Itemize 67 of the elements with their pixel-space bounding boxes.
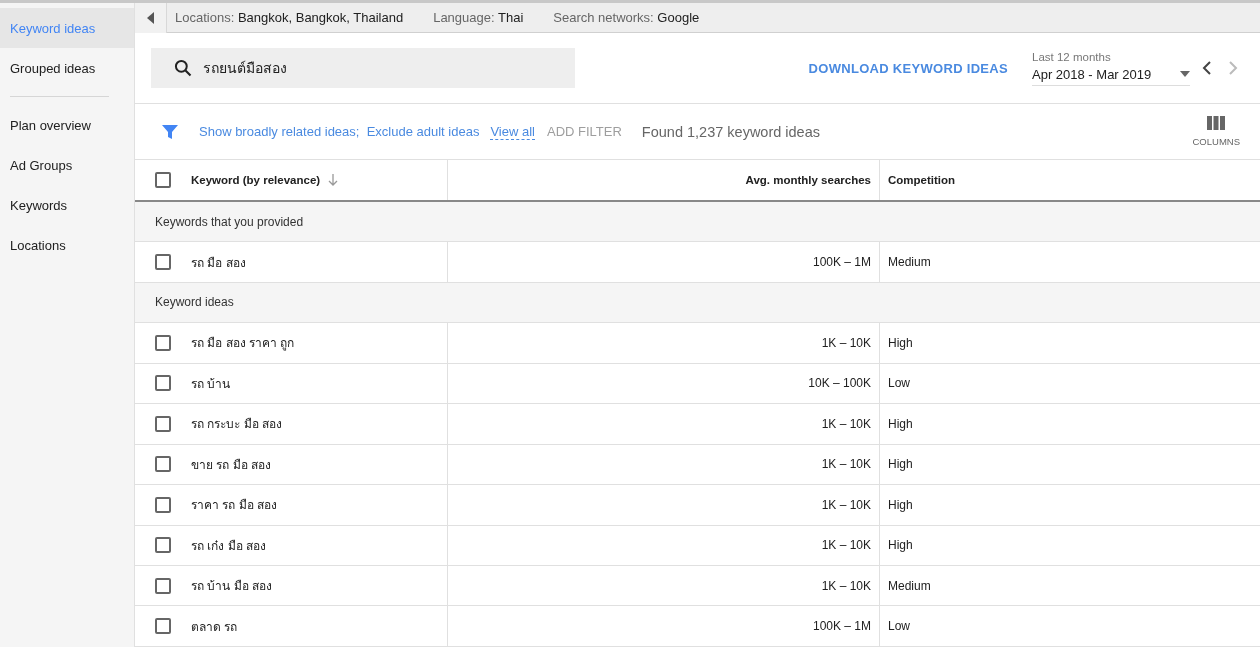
keyword-text: รถ กระบะ มือ สอง — [191, 416, 282, 434]
column-header[interactable]: Avg. monthly searches — [745, 174, 871, 187]
checkbox[interactable] — [155, 618, 171, 635]
view-all-link[interactable]: View all — [490, 123, 535, 140]
checkbox[interactable] — [155, 254, 171, 270]
columns-button[interactable]: COLUMNS — [1192, 116, 1240, 148]
sidebar-item[interactable]: Keywords — [0, 185, 134, 225]
sidebar-item[interactable]: Plan overview — [0, 105, 134, 145]
dropdown-caret-icon — [1180, 71, 1190, 78]
search-field[interactable]: รถยนต์มือสอง — [151, 48, 575, 89]
checkbox[interactable] — [155, 496, 171, 513]
competition-value: High — [888, 416, 913, 431]
searches-value: 1K – 10K — [821, 497, 871, 512]
keyword-text: ตลาด รถ — [191, 618, 238, 636]
filter-icon[interactable] — [161, 122, 179, 141]
searches-value: 100K – 1M — [812, 619, 871, 634]
competition-value: Medium — [888, 578, 931, 593]
triangle-left-icon — [146, 11, 155, 24]
checkbox[interactable] — [155, 577, 171, 594]
keyword-text: รถ บ้าน — [191, 375, 231, 393]
competition-value: Medium — [888, 255, 931, 269]
competition-value: High — [888, 538, 913, 553]
column-header[interactable]: Keyword (by relevance) — [191, 174, 321, 187]
search-icon — [173, 58, 193, 79]
searches-value: 1K – 10K — [821, 538, 871, 553]
competition-value: Low — [888, 619, 910, 634]
keyword-text: รถ มือ สอง ราคา ถูก — [191, 335, 295, 353]
searches-value: 100K – 1M — [812, 255, 871, 269]
competition-value: High — [888, 457, 913, 472]
searches-value: 1K – 10K — [821, 335, 871, 350]
searches-value: 1K – 10K — [821, 578, 871, 593]
sidebar-item[interactable]: Locations — [0, 225, 134, 265]
keyword-text: รถ บ้าน มือ สอง — [191, 578, 272, 596]
checkbox[interactable] — [155, 375, 171, 392]
keyword-text: ขาย รถ มือ สอง — [191, 456, 271, 474]
competition-value: High — [888, 497, 913, 512]
targeting-setting: Locations: Bangkok, Bangkok, Thailand — [175, 10, 404, 25]
competition-value: High — [888, 335, 913, 350]
columns-icon — [1207, 116, 1226, 131]
targeting-setting: Language: Thai — [433, 10, 524, 25]
checkbox[interactable] — [155, 456, 171, 473]
keyword-text: รถ มือ สอง — [191, 254, 246, 272]
checkbox[interactable] — [155, 334, 171, 351]
date-range-label: Last 12 months — [1032, 50, 1112, 63]
searches-value: 1K – 10K — [821, 457, 871, 472]
checkbox[interactable] — [155, 172, 171, 189]
section-header: Keywords that you provided — [135, 201, 1260, 243]
sidebar-item[interactable]: Ad Groups — [0, 145, 134, 185]
chevron-right-icon — [1229, 61, 1238, 76]
keyword-text: ราคา รถ มือ สอง — [191, 497, 277, 515]
date-range-dropdown[interactable]: Apr 2018 - Mar 2019 — [1032, 62, 1190, 86]
competition-value: Low — [888, 376, 910, 391]
targeting-setting: Search networks: Google — [553, 10, 700, 25]
searches-value: 1K – 10K — [821, 416, 871, 431]
download-button[interactable]: DOWNLOAD KEYWORD IDEAS — [802, 56, 1014, 80]
checkbox[interactable] — [155, 415, 171, 432]
collapse-button[interactable] — [135, 2, 167, 33]
checkbox[interactable] — [155, 537, 171, 554]
result-count: Found 1,237 keyword ideas — [641, 123, 820, 140]
keyword-text: รถ เก๋ง มือ สอง — [191, 537, 266, 555]
applied-filters-link[interactable]: Show broadly related ideas; Exclude adult ideas — [199, 124, 480, 140]
section-header: Keyword ideas — [135, 282, 1260, 324]
column-header[interactable]: Competition — [888, 174, 956, 187]
sort-arrow-icon — [328, 174, 339, 187]
searches-value: 10K – 100K — [808, 376, 871, 391]
sidebar-item[interactable]: Grouped ideas — [0, 48, 134, 88]
chevron-left-icon — [1202, 61, 1211, 76]
